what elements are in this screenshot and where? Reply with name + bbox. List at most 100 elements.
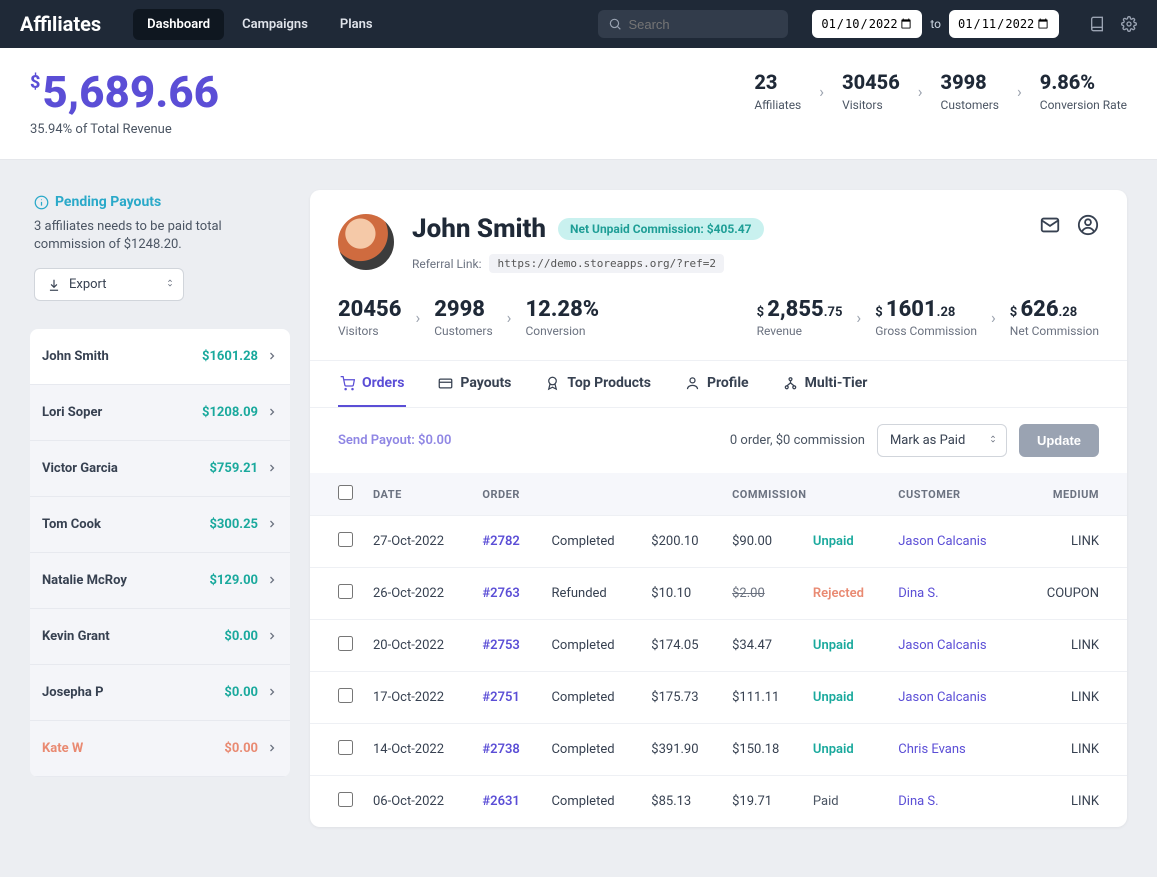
affiliate-item[interactable]: Tom Cook $300.25 — [30, 497, 290, 553]
cell-order-amount: $85.13 — [641, 776, 722, 828]
affiliate-item[interactable]: Natalie McRoy $129.00 — [30, 553, 290, 609]
send-payout-link[interactable]: Send Payout: $0.00 — [338, 433, 451, 448]
cell-commission-status: Unpaid — [803, 724, 888, 776]
chevron-right-icon: › — [1017, 82, 1022, 101]
row-checkbox[interactable] — [338, 584, 353, 599]
export-button[interactable]: Export — [34, 268, 184, 301]
order-link[interactable]: #2738 — [482, 742, 519, 757]
row-checkbox[interactable] — [338, 740, 353, 755]
chevron-right-icon: › — [991, 308, 996, 327]
order-link[interactable]: #2631 — [482, 794, 519, 809]
export-label: Export — [69, 277, 107, 292]
topbar: Affiliates Dashboard Campaigns Plans to — [0, 0, 1157, 48]
nav-pills: Dashboard Campaigns Plans — [133, 9, 386, 40]
search-input[interactable] — [628, 17, 778, 32]
date-from-input[interactable] — [812, 10, 922, 38]
order-link[interactable]: #2751 — [482, 690, 519, 705]
nav-campaigns[interactable]: Campaigns — [228, 9, 322, 40]
unpaid-commission-badge: Net Unpaid Commission: $405.47 — [558, 218, 763, 240]
email-icon[interactable] — [1039, 214, 1061, 236]
affiliate-amount: $759.21 — [209, 461, 258, 476]
row-checkbox[interactable] — [338, 688, 353, 703]
cell-commission-amount: $34.47 — [722, 620, 803, 672]
order-link[interactable]: #2753 — [482, 638, 519, 653]
cell-commission-status: Unpaid — [803, 516, 888, 568]
cell-medium: LINK — [1019, 724, 1128, 776]
chevron-right-icon — [266, 350, 278, 362]
stat-conversion: 12.28%Conversion — [525, 297, 599, 338]
cell-date: 26-Oct-2022 — [363, 568, 472, 620]
tab-top-products[interactable]: Top Products — [543, 361, 653, 407]
select-all-checkbox[interactable] — [338, 485, 353, 500]
affiliate-name: Lori Soper — [42, 405, 102, 420]
customer-link[interactable]: Chris Evans — [898, 742, 966, 757]
cell-commission-amount: $19.71 — [722, 776, 803, 828]
affiliate-item[interactable]: Victor Garcia $759.21 — [30, 441, 290, 497]
date-to-input[interactable] — [949, 10, 1059, 38]
chevron-right-icon — [266, 630, 278, 642]
order-link[interactable]: #2763 — [482, 586, 519, 601]
table-row: 06-Oct-2022 #2631 Completed $85.13 $19.7… — [310, 776, 1127, 828]
award-icon — [545, 376, 560, 391]
tab-payouts[interactable]: Payouts — [436, 361, 513, 407]
mark-as-select[interactable]: Mark as Paid — [877, 424, 1007, 457]
stat-revenue: $ 2,855.75Revenue — [757, 297, 843, 338]
update-button[interactable]: Update — [1019, 424, 1099, 457]
date-range: to — [812, 10, 1059, 38]
affiliate-name: Natalie McRoy — [42, 573, 127, 588]
customer-link[interactable]: Dina S. — [898, 794, 938, 809]
cell-order-amount: $10.10 — [641, 568, 722, 620]
avatar — [338, 214, 394, 270]
docs-icon[interactable] — [1089, 16, 1105, 32]
customer-link[interactable]: Jason Calcanis — [898, 690, 986, 705]
nav-dashboard[interactable]: Dashboard — [133, 9, 224, 40]
cell-date: 14-Oct-2022 — [363, 724, 472, 776]
chevron-right-icon — [266, 742, 278, 754]
table-row: 17-Oct-2022 #2751 Completed $175.73 $111… — [310, 672, 1127, 724]
settings-icon[interactable] — [1121, 16, 1137, 32]
th-commission: COMMISSION — [722, 473, 888, 516]
cell-date: 17-Oct-2022 — [363, 672, 472, 724]
affiliate-amount: $129.00 — [209, 573, 258, 588]
affiliate-item[interactable]: Kate W $0.00 — [30, 721, 290, 777]
cell-medium: LINK — [1019, 776, 1128, 828]
customer-link[interactable]: Jason Calcanis — [898, 534, 986, 549]
affiliate-item[interactable]: Kevin Grant $0.00 — [30, 609, 290, 665]
select-updown-icon — [988, 432, 998, 446]
affiliate-item[interactable]: Lori Soper $1208.09 — [30, 385, 290, 441]
nav-plans[interactable]: Plans — [326, 9, 387, 40]
profile-icon[interactable] — [1077, 214, 1099, 236]
cell-medium: COUPON — [1019, 568, 1128, 620]
affiliate-list: John Smith $1601.28 Lori Soper $1208.09 … — [30, 329, 290, 777]
profile-name: John Smith — [412, 214, 546, 244]
tab-multitier[interactable]: Multi-Tier — [781, 361, 870, 407]
cell-commission-status: Rejected — [803, 568, 888, 620]
tab-orders[interactable]: Orders — [338, 361, 406, 407]
cell-order-status: Refunded — [541, 568, 641, 620]
referral-link-value[interactable]: https://demo.storeapps.org/?ref=2 — [489, 254, 724, 273]
cell-order-status: Completed — [541, 672, 641, 724]
affiliate-amount: $300.25 — [209, 517, 258, 532]
table-row: 14-Oct-2022 #2738 Completed $391.90 $150… — [310, 724, 1127, 776]
affiliate-item[interactable]: John Smith $1601.28 — [30, 329, 290, 385]
th-customer: CUSTOMER — [888, 473, 1018, 516]
chevron-right-icon: › — [856, 308, 861, 327]
affiliate-amount: $0.00 — [224, 741, 258, 756]
row-checkbox[interactable] — [338, 532, 353, 547]
chevron-right-icon: › — [507, 308, 512, 327]
search-box[interactable] — [598, 10, 788, 38]
th-date: DATE — [363, 473, 472, 516]
th-medium: MEDIUM — [1019, 473, 1128, 516]
info-icon — [34, 195, 49, 210]
customer-link[interactable]: Dina S. — [898, 586, 938, 601]
row-checkbox[interactable] — [338, 792, 353, 807]
tabbar: Orders Payouts Top Products Profile Mult… — [310, 361, 1127, 408]
total-subnote: 35.94% of Total Revenue — [30, 122, 219, 137]
row-checkbox[interactable] — [338, 636, 353, 651]
cell-order-amount: $391.90 — [641, 724, 722, 776]
tab-profile[interactable]: Profile — [683, 361, 751, 407]
customer-link[interactable]: Jason Calcanis — [898, 638, 986, 653]
metric-affiliates: 23Affiliates — [754, 70, 801, 112]
affiliate-item[interactable]: Josepha P $0.00 — [30, 665, 290, 721]
order-link[interactable]: #2782 — [482, 534, 519, 549]
